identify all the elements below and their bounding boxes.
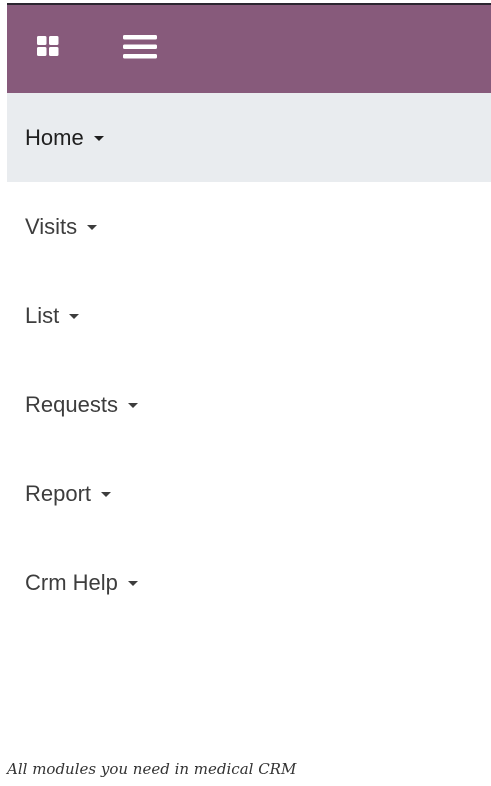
apps-button[interactable] xyxy=(37,35,59,57)
hamburger-menu-icon xyxy=(123,35,157,59)
menu-item-visits[interactable]: Visits xyxy=(7,182,491,271)
app-frame: Home Visits List Requests Report Crm Hel… xyxy=(0,0,491,786)
caret-down-icon xyxy=(87,225,98,230)
main-menu: Home Visits List Requests Report Crm Hel… xyxy=(7,93,491,627)
menu-toggle-button[interactable] xyxy=(123,33,157,61)
caret-down-icon xyxy=(127,581,138,586)
menu-item-crm-help[interactable]: Crm Help xyxy=(7,538,491,627)
menu-item-list[interactable]: List xyxy=(7,271,491,360)
grid-apps-icon xyxy=(37,36,59,56)
menu-item-label: Home xyxy=(25,124,84,150)
caret-down-icon xyxy=(101,492,112,497)
menu-item-home[interactable]: Home xyxy=(7,93,491,182)
top-navbar xyxy=(7,3,491,93)
caret-down-icon xyxy=(69,314,80,319)
menu-item-label: Requests xyxy=(25,391,118,417)
caret-down-icon xyxy=(127,403,138,408)
menu-item-label: List xyxy=(25,302,60,328)
menu-item-requests[interactable]: Requests xyxy=(7,360,491,449)
caret-down-icon xyxy=(93,136,104,141)
menu-item-label: Visits xyxy=(25,213,78,239)
menu-item-report[interactable]: Report xyxy=(7,449,491,538)
tagline: All modules you need in medical CRM xyxy=(7,760,297,778)
menu-item-label: Crm Help xyxy=(25,569,118,595)
menu-item-label: Report xyxy=(25,480,92,506)
